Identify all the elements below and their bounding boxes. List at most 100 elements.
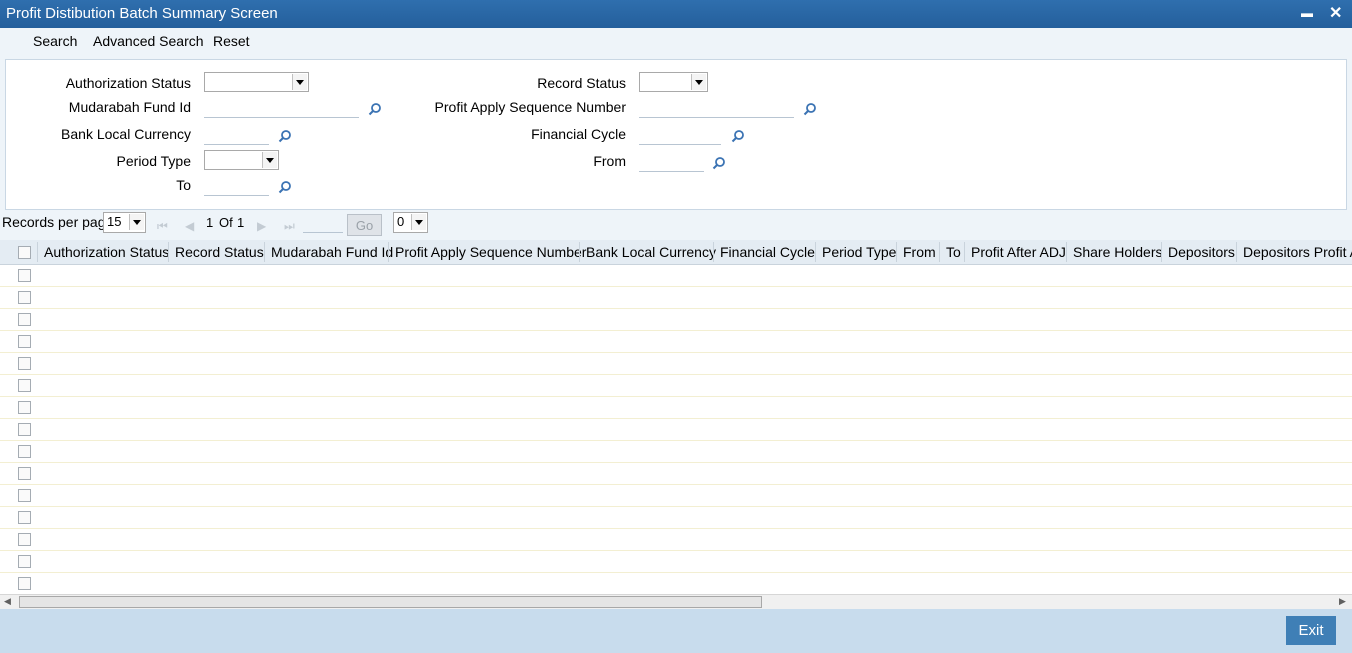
authorization-status-select[interactable] [204, 72, 309, 92]
to-input[interactable] [204, 178, 269, 196]
column-header-bank-local-currency[interactable]: Bank Local Currency [586, 244, 716, 260]
horizontal-scrollbar[interactable]: ◀ ▶ [0, 594, 1352, 610]
column-header-to[interactable]: To [946, 244, 961, 260]
column-separator [939, 242, 940, 262]
row-checkbox[interactable] [18, 577, 31, 590]
search-menu-item[interactable]: Search [33, 33, 77, 49]
table-row[interactable] [0, 374, 1352, 397]
row-checkbox[interactable] [18, 401, 31, 414]
calendar-lookup-icon[interactable] [278, 180, 292, 194]
table-row[interactable] [0, 550, 1352, 573]
secondary-select-value: 0 [397, 214, 405, 229]
table-row[interactable] [0, 418, 1352, 441]
table-row[interactable] [0, 330, 1352, 353]
previous-page-icon[interactable]: ◀ [185, 219, 194, 233]
mudarabah-fund-id-label: Mudarabah Fund Id [68, 99, 191, 115]
record-status-select[interactable] [639, 72, 708, 92]
last-page-icon[interactable]: ⏭ [284, 219, 295, 234]
search-lens-icon[interactable] [278, 129, 292, 143]
row-checkbox[interactable] [18, 489, 31, 502]
records-per-page-label: Records per page [2, 214, 114, 230]
bank-local-currency-input[interactable] [204, 127, 269, 145]
table-row[interactable] [0, 440, 1352, 463]
table-row[interactable] [0, 528, 1352, 551]
secondary-select[interactable]: 0 [393, 212, 428, 233]
row-checkbox[interactable] [18, 511, 31, 524]
minimize-icon[interactable]: ▬ [1301, 6, 1313, 20]
row-checkbox[interactable] [18, 379, 31, 392]
exit-button[interactable]: Exit [1286, 616, 1336, 645]
scrollbar-thumb[interactable] [19, 596, 762, 608]
from-label: From [593, 153, 626, 169]
table-row[interactable] [0, 462, 1352, 485]
scroll-left-icon[interactable]: ◀ [4, 596, 11, 607]
table-row[interactable] [0, 572, 1352, 594]
results-grid: Authorization Status Record Status Mudar… [0, 240, 1352, 594]
search-lens-icon[interactable] [368, 102, 382, 116]
record-status-label: Record Status [537, 75, 626, 91]
table-row[interactable] [0, 484, 1352, 507]
row-checkbox[interactable] [18, 269, 31, 282]
from-input[interactable] [639, 154, 704, 172]
row-checkbox[interactable] [18, 335, 31, 348]
row-checkbox[interactable] [18, 291, 31, 304]
row-checkbox[interactable] [18, 313, 31, 326]
period-type-select[interactable] [204, 150, 279, 170]
column-separator [713, 242, 714, 262]
title-bar: Profit Distibution Batch Summary Screen … [0, 0, 1352, 28]
column-header-authorization-status[interactable]: Authorization Status [44, 244, 169, 260]
column-separator [388, 242, 389, 262]
row-checkbox[interactable] [18, 423, 31, 436]
row-checkbox[interactable] [18, 533, 31, 546]
page-total: 1 [237, 215, 245, 230]
table-row[interactable] [0, 264, 1352, 287]
row-checkbox[interactable] [18, 445, 31, 458]
go-button[interactable]: Go [347, 214, 382, 236]
column-header-share-holders[interactable]: Share Holders [1073, 244, 1163, 260]
column-separator [815, 242, 816, 262]
table-row[interactable] [0, 352, 1352, 375]
page-of-label: Of [219, 215, 233, 230]
reset-menu-item[interactable]: Reset [213, 33, 250, 49]
records-per-page-value: 15 [107, 214, 122, 229]
records-per-page-select[interactable]: 15 [103, 212, 146, 233]
authorization-status-label: Authorization Status [65, 75, 191, 91]
column-header-depositors-profit[interactable]: Depositors Profit A [1243, 244, 1352, 260]
table-row[interactable] [0, 286, 1352, 309]
scroll-right-icon[interactable]: ▶ [1339, 596, 1346, 607]
column-header-financial-cycle[interactable]: Financial Cycle [720, 244, 815, 260]
column-header-profit-after-adj[interactable]: Profit After ADJ [971, 244, 1066, 260]
close-icon[interactable]: ✕ [1329, 3, 1342, 23]
next-page-icon[interactable]: ▶ [257, 219, 266, 233]
search-lens-icon[interactable] [803, 102, 817, 116]
calendar-lookup-icon[interactable] [712, 156, 726, 170]
chevron-down-icon [262, 152, 277, 168]
table-row[interactable] [0, 396, 1352, 419]
chevron-down-icon [292, 74, 307, 90]
column-header-from[interactable]: From [903, 244, 936, 260]
column-header-profit-apply-sequence-number[interactable]: Profit Apply Sequence Number [395, 244, 586, 260]
row-checkbox[interactable] [18, 467, 31, 480]
select-all-checkbox[interactable] [18, 246, 31, 259]
chevron-down-icon [691, 74, 706, 90]
search-lens-icon[interactable] [731, 129, 745, 143]
table-row[interactable] [0, 308, 1352, 331]
row-checkbox[interactable] [18, 357, 31, 370]
goto-page-input[interactable] [303, 215, 343, 233]
column-header-period-type[interactable]: Period Type [822, 244, 896, 260]
column-separator [37, 242, 38, 262]
column-header-record-status[interactable]: Record Status [175, 244, 264, 260]
menu-bar: Search Advanced Search Reset [0, 28, 1352, 54]
advanced-search-menu-item[interactable]: Advanced Search [93, 33, 204, 49]
row-checkbox[interactable] [18, 555, 31, 568]
profit-apply-sequence-number-input[interactable] [639, 100, 794, 118]
table-row[interactable] [0, 506, 1352, 529]
column-header-depositors[interactable]: Depositors [1168, 244, 1235, 260]
first-page-icon[interactable]: ⏮ [157, 219, 168, 234]
mudarabah-fund-id-input[interactable] [204, 100, 359, 118]
column-separator [896, 242, 897, 262]
column-header-mudarabah-fund-id[interactable]: Mudarabah Fund Id [271, 244, 393, 260]
financial-cycle-input[interactable] [639, 127, 721, 145]
grid-header: Authorization Status Record Status Mudar… [0, 240, 1352, 265]
chevron-down-icon [129, 214, 144, 230]
